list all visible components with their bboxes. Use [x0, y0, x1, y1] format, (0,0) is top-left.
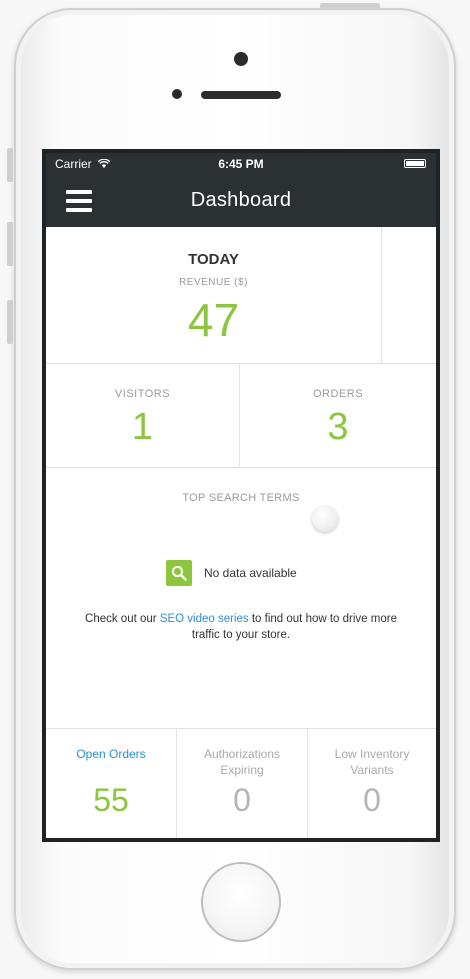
volume-down-button	[7, 300, 13, 344]
seo-help-text: Check out our SEO video series to find o…	[76, 611, 406, 643]
volume-up-button	[7, 222, 13, 266]
power-button	[320, 3, 380, 9]
earpiece-speaker	[201, 91, 281, 99]
status-time: 6:45 PM	[218, 157, 264, 171]
open-orders-label: Open Orders	[76, 747, 146, 761]
orders-stat: ORDERS 3	[240, 364, 436, 468]
no-data-message: No data available	[204, 566, 297, 580]
authorizations-expiring-value: 0	[233, 782, 251, 818]
top-search-terms-panel: TOP SEARCH TERMS No data available Check…	[46, 468, 436, 728]
today-revenue-panel: TODAY REVENUE ($) 47	[46, 227, 382, 364]
authorizations-expiring-label: Authorizations Expiring	[203, 747, 281, 777]
search-terms-title: TOP SEARCH TERMS	[182, 492, 300, 504]
visitors-value: 1	[131, 406, 154, 448]
open-orders-value: 55	[93, 782, 129, 818]
orders-value: 3	[327, 406, 349, 448]
open-orders-tile[interactable]: Open Orders 55	[46, 729, 177, 838]
revenue-value: 47	[187, 294, 240, 346]
front-camera	[234, 52, 248, 66]
status-bar: Carrier 6:45 PM	[46, 153, 436, 175]
low-inventory-variants-label: Low Inventory Variants	[334, 747, 410, 777]
revenue-label: REVENUE ($)	[179, 277, 248, 288]
help-prefix: Check out our	[85, 613, 160, 625]
low-inventory-variants-value: 0	[363, 782, 381, 818]
toggle-knob[interactable]	[312, 506, 338, 532]
home-button[interactable]	[201, 862, 281, 942]
battery-icon	[404, 159, 426, 168]
seo-video-series-link[interactable]: SEO video series	[160, 613, 249, 625]
dashboard-content: TODAY REVENUE ($) 47 VISITORS 1 ORDERS 3…	[46, 227, 436, 838]
app-view: Carrier 6:45 PM Dashboard TODAY REVENUE …	[46, 153, 436, 838]
phone-screen: Carrier 6:45 PM Dashboard TODAY REVENUE …	[42, 149, 440, 842]
search-icon	[166, 560, 192, 586]
visitors-label: VISITORS	[114, 388, 171, 400]
mute-switch	[7, 148, 13, 182]
bottom-stats-bar: Open Orders 55 Authorizations Expiring 0…	[46, 728, 436, 838]
nav-bar: Dashboard	[46, 175, 436, 227]
page-title: Dashboard	[190, 189, 292, 211]
authorizations-expiring-tile[interactable]: Authorizations Expiring 0	[177, 729, 308, 838]
today-side-panel	[382, 227, 436, 364]
visitors-stat: VISITORS 1	[46, 364, 240, 468]
proximity-sensor	[172, 89, 182, 99]
orders-label: ORDERS	[312, 388, 364, 400]
today-label: TODAY	[188, 251, 239, 268]
low-inventory-variants-tile[interactable]: Low Inventory Variants 0	[308, 729, 436, 838]
